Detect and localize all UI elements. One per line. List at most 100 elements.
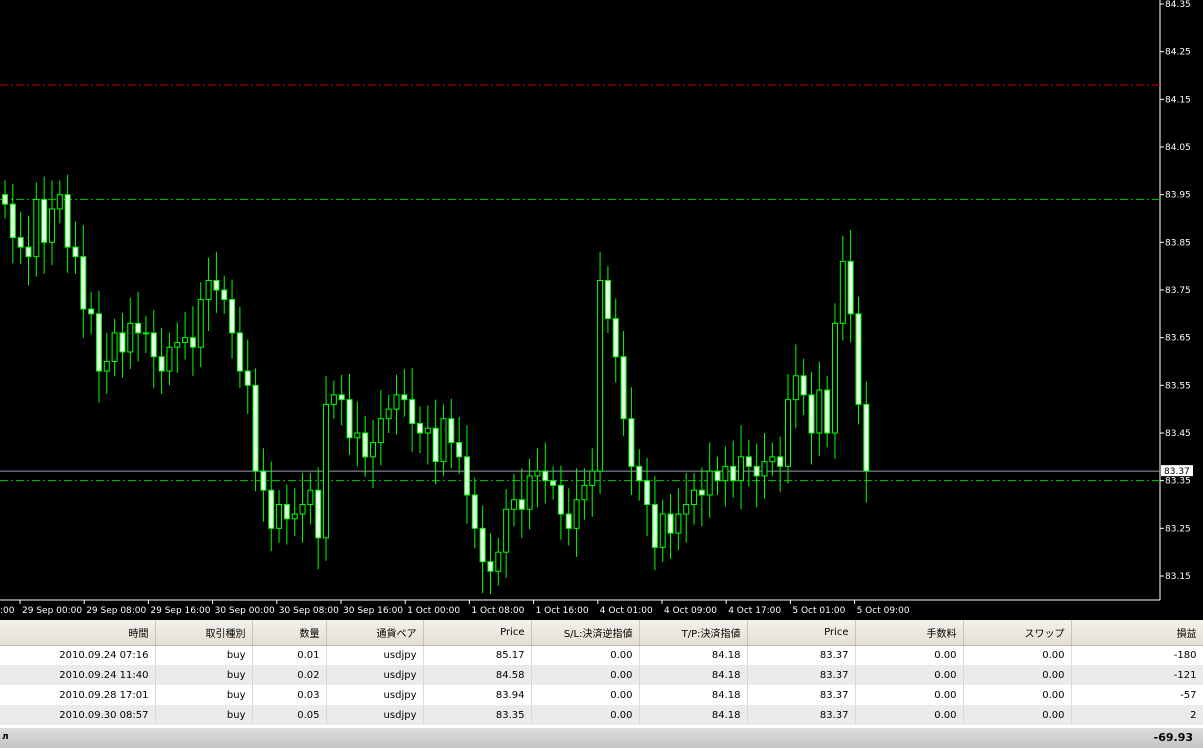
cell-symbol: usdjpy [326, 645, 424, 665]
col-header-time[interactable]: 時間 [0, 620, 156, 646]
candle-body [323, 403, 330, 539]
price-tick-label: 83.95 [1165, 191, 1191, 201]
candle-body [307, 489, 314, 506]
col-header-stop-loss[interactable]: S/L:決済逆指値 [531, 620, 640, 646]
candle-body [150, 332, 157, 358]
candle-body [330, 394, 337, 405]
time-tick-label: 30 Sep 16:00 [343, 606, 403, 616]
cell-current-price: 83.37 [747, 645, 856, 665]
candle-body [800, 375, 807, 396]
cell-volume: 0.02 [252, 665, 327, 685]
table-row[interactable]: 2010.09.24 07:16 buy 0.01 usdjpy 85.17 0… [0, 645, 1203, 665]
cell-swap: 0.00 [963, 645, 1072, 665]
table-row[interactable]: 2010.09.24 11:40 buy 0.02 usdjpy 84.58 0… [0, 665, 1203, 685]
candle-body [526, 475, 533, 510]
col-header-symbol[interactable]: 通貨ペア [326, 620, 424, 646]
price-tick-label: 83.55 [1165, 381, 1191, 391]
cell-open-price: 83.35 [423, 705, 532, 725]
candle-body [424, 427, 431, 434]
cell-swap: 0.00 [963, 705, 1072, 725]
candle-body [463, 456, 470, 496]
table-row[interactable]: 2010.09.28 17:01 buy 0.03 usdjpy 83.94 0… [0, 685, 1203, 705]
col-header-current-price[interactable]: Price [747, 620, 856, 646]
candle-body [142, 332, 149, 335]
cell-time: 2010.09.28 17:01 [0, 685, 156, 705]
candle-body [816, 389, 823, 434]
candle-body [651, 504, 658, 548]
candle-body [628, 418, 635, 467]
candle-body [166, 346, 173, 372]
candle-body [550, 480, 557, 486]
col-header-take-profit[interactable]: T/P:決済指値 [639, 620, 748, 646]
candle-body [839, 260, 846, 324]
candle-body [158, 356, 165, 372]
col-header-commission[interactable]: 手数料 [855, 620, 964, 646]
col-header-swap[interactable]: スワップ [963, 620, 1072, 646]
candle-body [197, 299, 204, 348]
candle-body [471, 494, 478, 529]
candle-body [72, 246, 79, 258]
candle-body [691, 489, 698, 506]
cell-stop-loss: 0.00 [531, 705, 640, 725]
candle-body [283, 504, 290, 520]
time-tick-label: 30 Sep 08:00 [279, 606, 339, 616]
candle-body [25, 246, 32, 258]
price-chart[interactable]: 84.35 84.25 84.15 84.05 83.95 83.85 83.75 83.65… [0, 0, 1203, 620]
candle-body [393, 394, 400, 410]
col-header-profit[interactable]: 損益 [1071, 620, 1203, 646]
cell-time: 2010.09.24 07:16 [0, 645, 156, 665]
col-header-open-price[interactable]: Price [423, 620, 532, 646]
cell-profit: -180 [1071, 645, 1203, 665]
candle-body [557, 484, 564, 515]
price-tick-label: 83.25 [1165, 524, 1191, 534]
candle-body [135, 322, 142, 334]
candle-body [683, 504, 690, 515]
cell-type: buy [155, 665, 253, 685]
candle-body [761, 461, 768, 477]
price-tick-label: 83.45 [1165, 429, 1191, 439]
col-header-type[interactable]: 取引種別 [155, 620, 253, 646]
candle-body [48, 208, 55, 243]
time-tick-label: :00 [0, 606, 15, 616]
cell-swap: 0.00 [963, 685, 1072, 705]
candle-body [260, 470, 267, 491]
candle-body [573, 499, 580, 529]
candle-body [456, 442, 463, 458]
candle-body [847, 260, 854, 315]
candle-body [518, 499, 525, 510]
candle-body [863, 403, 870, 472]
col-header-volume[interactable]: 数量 [252, 620, 327, 646]
candle-body [95, 313, 102, 372]
candle-body [2, 194, 8, 205]
candle-body [448, 418, 455, 444]
candle-body [432, 427, 439, 463]
candle-body [88, 308, 95, 315]
candle-body [855, 313, 862, 405]
candle-body [236, 332, 243, 372]
candle-body [338, 394, 345, 401]
candle-body [831, 322, 838, 434]
cell-volume: 0.05 [252, 705, 327, 725]
cell-commission: 0.00 [855, 645, 964, 665]
candle-body [354, 432, 361, 439]
candle-body [824, 389, 831, 434]
cell-time: 2010.09.30 08:57 [0, 705, 156, 725]
candle-body [644, 480, 651, 505]
candle-body [753, 465, 760, 477]
candle-body [401, 394, 408, 401]
table-row[interactable]: 2010.09.30 08:57 buy 0.05 usdjpy 83.35 0… [0, 705, 1203, 725]
candle-body [667, 513, 674, 534]
cell-profit: -57 [1071, 685, 1203, 705]
candle-body [385, 408, 392, 420]
candle-body [56, 194, 63, 210]
candle-body [675, 513, 682, 534]
cell-time: 2010.09.24 11:40 [0, 665, 156, 685]
time-tick-label: 1 Oct 08:00 [471, 606, 524, 616]
cell-type: buy [155, 645, 253, 665]
candle-body [706, 470, 713, 496]
candle-body [276, 504, 283, 529]
candle-body [714, 470, 721, 482]
candlestick-chart-svg[interactable]: 84.35 84.25 84.15 84.05 83.95 83.85 83.75 83.65… [0, 0, 1203, 620]
price-tick-label: 83.65 [1165, 334, 1191, 344]
candle-body [612, 318, 619, 358]
